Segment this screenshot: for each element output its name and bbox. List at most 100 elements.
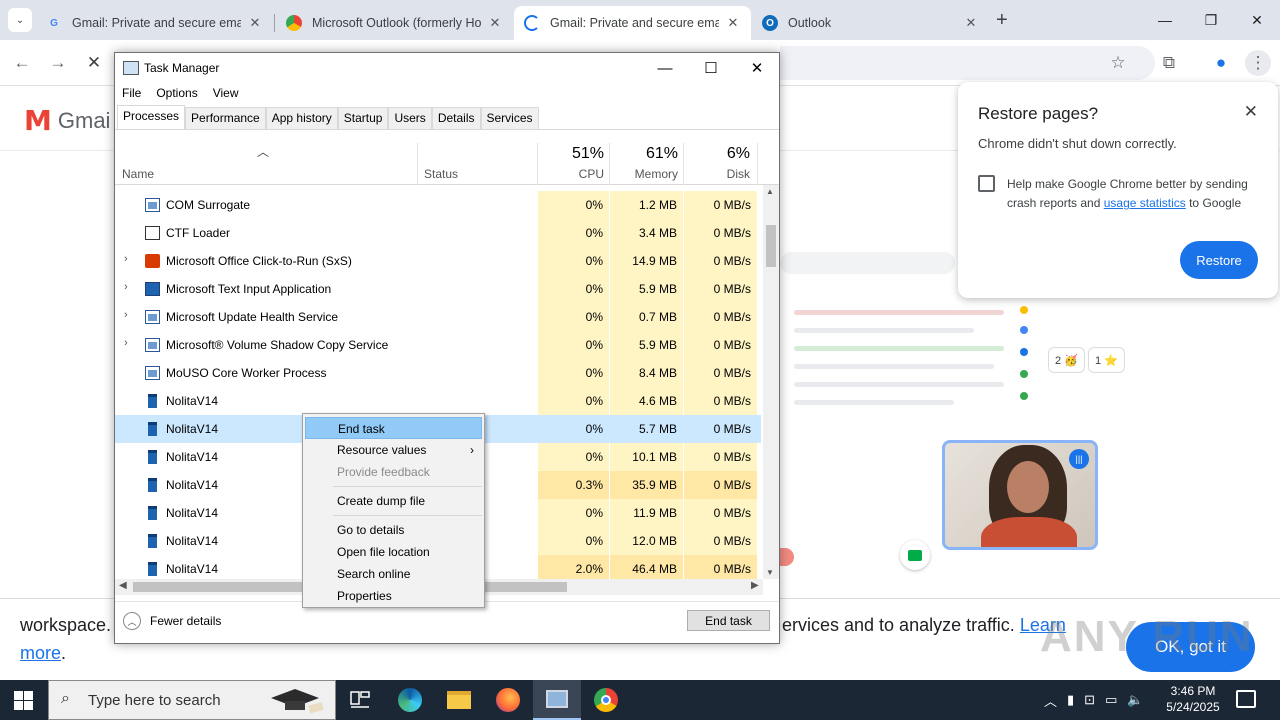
- scroll-right-icon[interactable]: ▶: [751, 580, 759, 591]
- menu-dots-icon[interactable]: ⋮: [1245, 50, 1271, 76]
- process-icon: [148, 506, 157, 520]
- memory-percent[interactable]: 61%: [610, 145, 678, 163]
- close-icon[interactable]: ✕: [734, 53, 780, 83]
- column-status[interactable]: Status: [424, 167, 458, 181]
- address-bar[interactable]: [780, 46, 1155, 80]
- bookmark-star-icon[interactable]: ☆: [1105, 50, 1131, 76]
- wifi-icon[interactable]: ▭: [1105, 692, 1117, 708]
- extensions-icon[interactable]: ⧉: [1156, 50, 1182, 76]
- file-explorer-icon[interactable]: [435, 680, 483, 720]
- close-icon[interactable]: ✕: [1244, 102, 1258, 122]
- scroll-thumb[interactable]: [766, 225, 776, 267]
- chrome-icon[interactable]: [582, 680, 630, 720]
- cpu-cell: 0%: [538, 331, 609, 359]
- tab-app-history[interactable]: App history: [265, 107, 338, 129]
- close-icon[interactable]: ✕: [1234, 0, 1280, 40]
- disk-percent[interactable]: 6%: [684, 145, 750, 163]
- gmail-logo[interactable]: M Gmai: [24, 104, 110, 137]
- tab-performance[interactable]: Performance: [185, 107, 266, 129]
- tab-startup[interactable]: Startup: [337, 107, 389, 129]
- column-cpu[interactable]: CPU: [538, 167, 604, 181]
- close-tab-icon[interactable]: ✕: [725, 15, 741, 31]
- restore-icon[interactable]: ❐: [1188, 0, 1234, 40]
- menu-item-properties[interactable]: Properties: [305, 585, 482, 607]
- forward-icon[interactable]: →: [45, 50, 71, 76]
- firefox-icon[interactable]: [484, 680, 532, 720]
- column-memory[interactable]: Memory: [610, 167, 678, 181]
- menu-item-resource-values[interactable]: Resource values ›: [305, 439, 482, 461]
- process-row[interactable]: MoUSO Core Worker Process 0% 8.4 MB 0 MB/s: [115, 359, 761, 387]
- browser-tab[interactable]: Microsoft Outlook (formerly Ho ✕: [276, 6, 513, 40]
- process-row[interactable]: › Microsoft® Volume Shadow Copy Service 0%…: [115, 331, 761, 359]
- expand-chevron-icon[interactable]: ›: [124, 309, 128, 321]
- menu-item-open-file-location[interactable]: Open file location: [305, 541, 482, 563]
- fewer-details-button[interactable]: ︿ Fewer details: [123, 612, 221, 630]
- tab-users[interactable]: Users: [388, 107, 432, 129]
- menu-view[interactable]: View: [206, 83, 247, 103]
- menu-item-create-dump-file[interactable]: Create dump file: [305, 490, 482, 512]
- column-name[interactable]: Name: [122, 167, 154, 181]
- process-row[interactable]: CTF Loader 0% 3.4 MB 0 MB/s: [115, 219, 761, 247]
- menu-item-go-to-details[interactable]: Go to details: [305, 519, 482, 541]
- tab-processes[interactable]: Processes: [117, 105, 186, 129]
- submenu-arrow-icon: ›: [470, 443, 474, 457]
- usage-statistics-link[interactable]: usage statistics: [1104, 196, 1186, 210]
- close-tab-icon[interactable]: ✕: [247, 15, 263, 31]
- menu-item-end-task[interactable]: End task: [305, 417, 482, 439]
- process-row[interactable]: COM Surrogate 0% 1.2 MB 0 MB/s: [115, 191, 761, 219]
- profile-icon[interactable]: ●: [1208, 50, 1234, 76]
- browser-tab[interactable]: G Gmail: Private and secure email ✕: [36, 6, 273, 40]
- learn-more-link-text[interactable]: more: [20, 643, 61, 663]
- task-manager-taskbar-icon[interactable]: [533, 680, 581, 720]
- scroll-left-icon[interactable]: ◀: [119, 580, 127, 591]
- back-icon[interactable]: ←: [9, 50, 35, 76]
- task-view-icon[interactable]: [336, 680, 384, 720]
- process-row[interactable]: › Microsoft Office Click-to-Run (SxS) 0% 14…: [115, 247, 761, 275]
- edge-icon[interactable]: [386, 680, 434, 720]
- browser-tab-active[interactable]: Gmail: Private and secure email ✕: [514, 6, 751, 40]
- title-bar[interactable]: Task Manager — ☐ ✕: [115, 53, 779, 83]
- process-row[interactable]: › Microsoft Update Health Service 0% 0.7 MB…: [115, 303, 761, 331]
- clock-time: 3:46 PM: [1170, 684, 1216, 698]
- minimize-icon[interactable]: —: [1142, 0, 1188, 40]
- notification-center-icon[interactable]: [1236, 690, 1256, 708]
- minimize-icon[interactable]: —: [642, 53, 688, 83]
- tab-search-button[interactable]: ⌄: [8, 8, 32, 32]
- taskbar-clock[interactable]: 3:46 PM 5/24/2025: [1164, 683, 1222, 715]
- chevron-up-icon[interactable]: ︿: [1044, 691, 1057, 710]
- maximize-icon[interactable]: ☐: [688, 53, 734, 83]
- process-row[interactable]: NolitaV14 0% 4.6 MB 0 MB/s: [115, 387, 761, 415]
- menu-item-search-online[interactable]: Search online: [305, 563, 482, 585]
- expand-chevron-icon[interactable]: ›: [124, 281, 128, 293]
- tab-details[interactable]: Details: [431, 107, 481, 129]
- menu-file[interactable]: File: [115, 83, 149, 103]
- learn-more-link[interactable]: more.: [20, 643, 66, 664]
- volume-icon[interactable]: 🔈: [1127, 692, 1143, 708]
- scroll-down-icon[interactable]: ▼: [766, 568, 774, 577]
- menu-item-label: Go to details: [337, 523, 405, 537]
- network-icon[interactable]: ⊡: [1084, 692, 1095, 708]
- restore-button[interactable]: Restore: [1180, 241, 1258, 279]
- illustration-accent: [780, 548, 794, 566]
- process-name: Microsoft Text Input Application: [166, 282, 332, 296]
- expand-chevron-icon[interactable]: ›: [124, 337, 128, 349]
- battery-icon[interactable]: ▮: [1067, 692, 1074, 708]
- browser-tab[interactable]: O Outlook ✕: [752, 6, 989, 40]
- crash-report-checkbox[interactable]: [978, 175, 995, 192]
- tab-bar: Processes Performance App history Startu…: [117, 105, 539, 129]
- windows-start-icon[interactable]: [14, 691, 33, 710]
- end-task-button[interactable]: End task: [687, 610, 770, 631]
- taskbar-search-box[interactable]: ⌕ Type here to search: [48, 680, 336, 720]
- close-tab-icon[interactable]: ✕: [487, 15, 503, 31]
- new-tab-button[interactable]: +: [996, 9, 1008, 32]
- expand-chevron-icon[interactable]: ›: [124, 253, 128, 265]
- scroll-up-icon[interactable]: ▲: [766, 187, 774, 196]
- cpu-percent[interactable]: 51%: [538, 145, 604, 163]
- stop-loading-icon[interactable]: ✕: [81, 50, 107, 76]
- tab-services[interactable]: Services: [480, 107, 539, 129]
- close-tab-icon[interactable]: ✕: [963, 15, 979, 31]
- vertical-scrollbar[interactable]: ▲ ▼: [763, 185, 779, 579]
- process-row[interactable]: › Microsoft Text Input Application 0% 5.9 M…: [115, 275, 761, 303]
- menu-options[interactable]: Options: [149, 83, 205, 103]
- column-disk[interactable]: Disk: [684, 167, 750, 181]
